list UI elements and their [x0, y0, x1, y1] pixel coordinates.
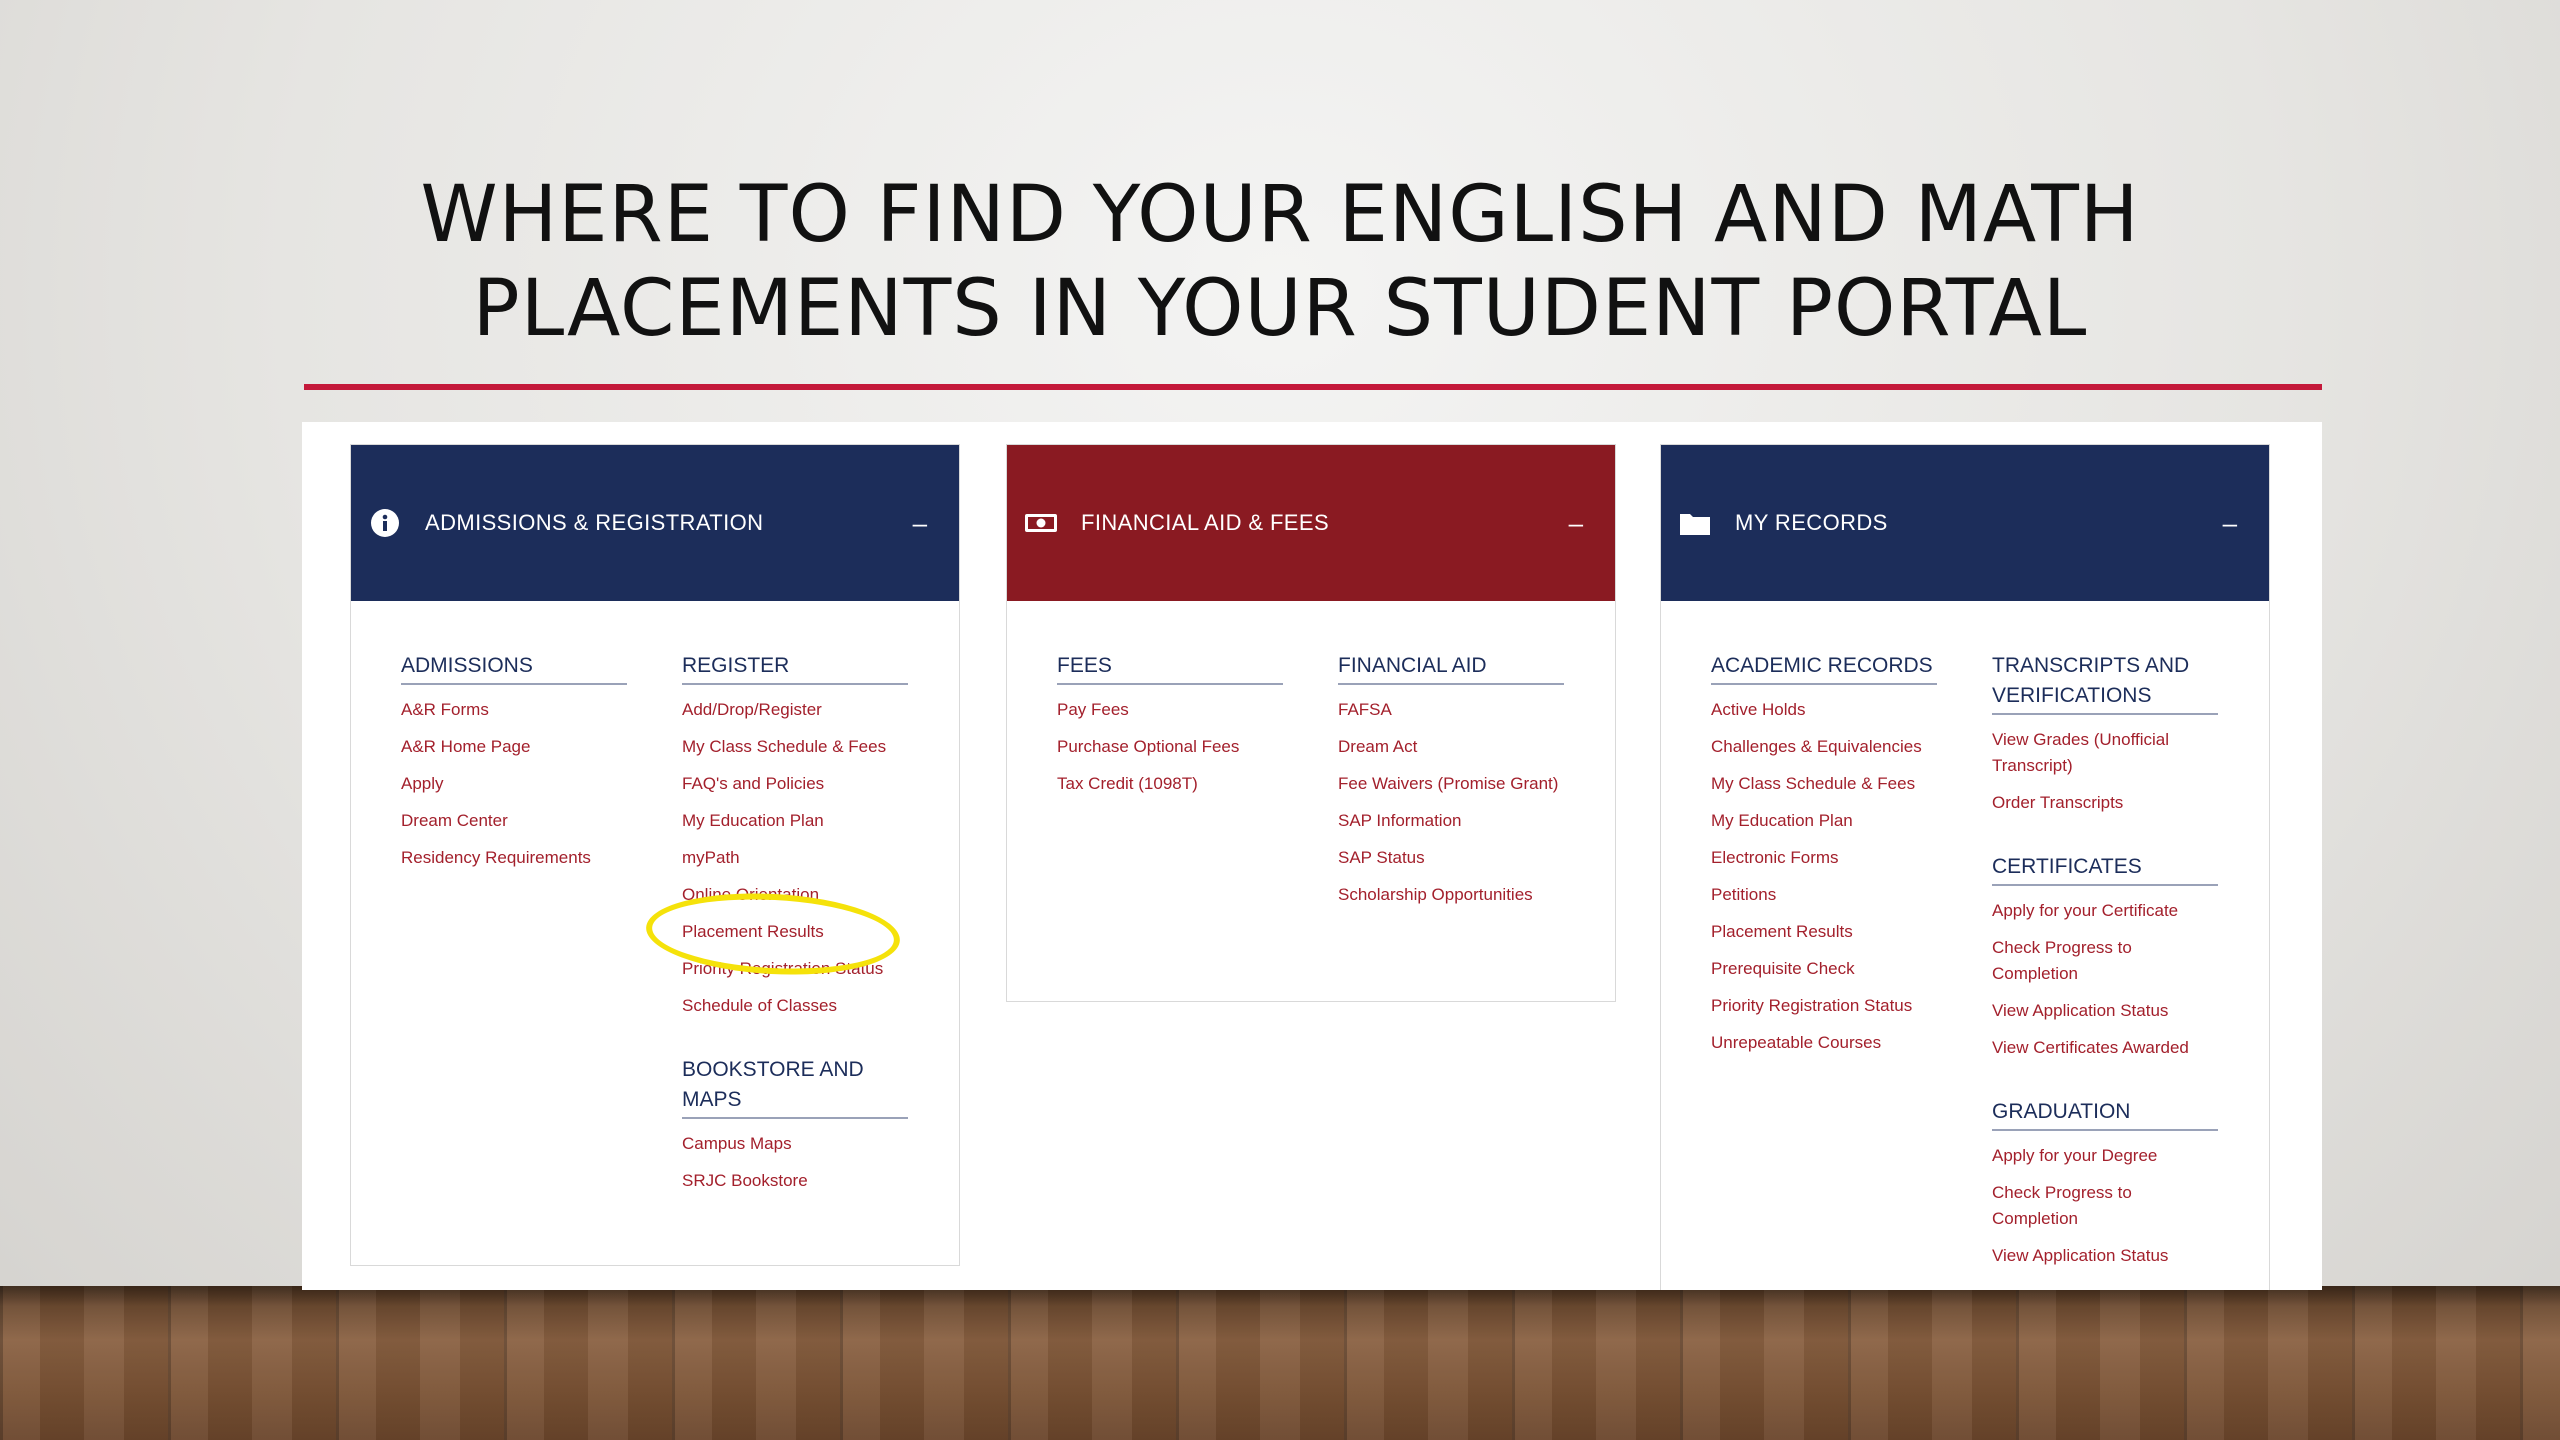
link-pay-fees[interactable]: Pay Fees: [1057, 697, 1283, 723]
link-view-application-status[interactable]: View Application Status: [1992, 998, 2218, 1024]
section-heading: ADMISSIONS: [401, 651, 627, 685]
panel-header[interactable]: FINANCIAL AID & FEES –: [1007, 445, 1615, 601]
link-apply[interactable]: Apply: [401, 771, 627, 797]
column-fees: FEES Pay Fees Purchase Optional Fees Tax…: [1057, 651, 1283, 808]
link-fafsa[interactable]: FAFSA: [1338, 697, 1564, 723]
slide-title-line-1: WHERE TO FIND YOUR ENGLISH AND MATH: [420, 170, 2140, 260]
panel-admissions-registration: ADMISSIONS & REGISTRATION – ADMISSIONS A…: [350, 444, 960, 1266]
link-dream-center[interactable]: Dream Center: [401, 808, 627, 834]
link-srjc-bookstore[interactable]: SRJC Bookstore: [682, 1168, 908, 1194]
link-ar-home-page[interactable]: A&R Home Page: [401, 734, 627, 760]
portal-screenshot: ADMISSIONS & REGISTRATION – ADMISSIONS A…: [302, 422, 2322, 1290]
title-underline: [304, 384, 2322, 390]
panel-financial-aid-fees: FINANCIAL AID & FEES – FEES Pay Fees Pur…: [1006, 444, 1616, 1002]
link-apply-degree[interactable]: Apply for your Degree: [1992, 1143, 2218, 1169]
column-financial-aid: FINANCIAL AID FAFSA Dream Act Fee Waiver…: [1338, 651, 1564, 919]
link-view-application-status-graduation[interactable]: View Application Status: [1992, 1243, 2218, 1269]
collapse-button[interactable]: –: [2215, 508, 2245, 539]
info-icon: [367, 505, 403, 541]
panel-title: MY RECORDS: [1735, 510, 1888, 535]
link-prerequisite-check[interactable]: Prerequisite Check: [1711, 956, 1937, 982]
wood-floor: [0, 1286, 2560, 1440]
link-my-class-schedule[interactable]: My Class Schedule & Fees: [1711, 771, 1937, 797]
link-view-certificates-awarded[interactable]: View Certificates Awarded: [1992, 1035, 2218, 1061]
link-fee-waivers[interactable]: Fee Waivers (Promise Grant): [1338, 771, 1564, 797]
panel-header[interactable]: MY RECORDS –: [1661, 445, 2269, 601]
link-purchase-optional-fees[interactable]: Purchase Optional Fees: [1057, 734, 1283, 760]
link-dream-act[interactable]: Dream Act: [1338, 734, 1564, 760]
link-electronic-forms[interactable]: Electronic Forms: [1711, 845, 1937, 871]
link-add-drop-register[interactable]: Add/Drop/Register: [682, 697, 908, 723]
section-heading: CERTIFICATES: [1992, 852, 2218, 886]
panel-header[interactable]: ADMISSIONS & REGISTRATION –: [351, 445, 959, 601]
link-unrepeatable-courses[interactable]: Unrepeatable Courses: [1711, 1030, 1937, 1056]
section-heading: ACADEMIC RECORDS: [1711, 651, 1937, 685]
section-heading: GRADUATION: [1992, 1097, 2218, 1131]
folder-icon: [1677, 505, 1713, 541]
link-apply-certificate[interactable]: Apply for your Certificate: [1992, 898, 2218, 924]
link-challenges-equivalencies[interactable]: Challenges & Equivalencies: [1711, 734, 1937, 760]
link-my-class-schedule[interactable]: My Class Schedule & Fees: [682, 734, 908, 760]
link-campus-maps[interactable]: Campus Maps: [682, 1131, 908, 1157]
link-petitions[interactable]: Petitions: [1711, 882, 1937, 908]
column-transcripts-certificates: TRANSCRIPTS AND VERIFICATIONS View Grade…: [1992, 651, 2218, 1280]
section-heading: FEES: [1057, 651, 1283, 685]
panel-my-records: MY RECORDS – ACADEMIC RECORDS Active Hol…: [1660, 444, 2270, 1290]
section-heading: FINANCIAL AID: [1338, 651, 1564, 685]
link-placement-results[interactable]: Placement Results: [1711, 919, 1937, 945]
panel-title: FINANCIAL AID & FEES: [1081, 510, 1330, 535]
money-icon: [1023, 505, 1059, 541]
slide-title-line-2: PLACEMENTS IN YOUR STUDENT PORTAL: [472, 264, 2088, 354]
link-faqs-policies[interactable]: FAQ's and Policies: [682, 771, 908, 797]
column-admissions: ADMISSIONS A&R Forms A&R Home Page Apply…: [401, 651, 627, 882]
panel-title: ADMISSIONS & REGISTRATION: [425, 510, 764, 535]
section-heading: BOOKSTORE AND MAPS: [682, 1055, 908, 1119]
link-priority-registration-status[interactable]: Priority Registration Status: [1711, 993, 1937, 1019]
link-check-progress-graduation[interactable]: Check Progress to Completion: [1992, 1180, 2218, 1232]
link-my-education-plan[interactable]: My Education Plan: [682, 808, 908, 834]
collapse-button[interactable]: –: [905, 508, 935, 539]
link-sap-status[interactable]: SAP Status: [1338, 845, 1564, 871]
link-sap-information[interactable]: SAP Information: [1338, 808, 1564, 834]
column-academic-records: ACADEMIC RECORDS Active Holds Challenges…: [1711, 651, 1937, 1067]
section-heading: TRANSCRIPTS AND VERIFICATIONS: [1992, 651, 2218, 715]
link-my-education-plan[interactable]: My Education Plan: [1711, 808, 1937, 834]
link-mypath[interactable]: myPath: [682, 845, 908, 871]
link-tax-credit[interactable]: Tax Credit (1098T): [1057, 771, 1283, 797]
link-schedule-of-classes[interactable]: Schedule of Classes: [682, 993, 908, 1019]
link-active-holds[interactable]: Active Holds: [1711, 697, 1937, 723]
link-residency-requirements[interactable]: Residency Requirements: [401, 845, 627, 871]
link-order-transcripts[interactable]: Order Transcripts: [1992, 790, 2218, 816]
link-view-grades[interactable]: View Grades (Unofficial Transcript): [1992, 727, 2218, 779]
section-heading: REGISTER: [682, 651, 908, 685]
link-scholarship-opportunities[interactable]: Scholarship Opportunities: [1338, 882, 1564, 908]
slide-title: WHERE TO FIND YOUR ENGLISH AND MATH PLAC…: [300, 168, 2260, 356]
link-check-progress[interactable]: Check Progress to Completion: [1992, 935, 2218, 987]
collapse-button[interactable]: –: [1561, 508, 1591, 539]
link-ar-forms[interactable]: A&R Forms: [401, 697, 627, 723]
